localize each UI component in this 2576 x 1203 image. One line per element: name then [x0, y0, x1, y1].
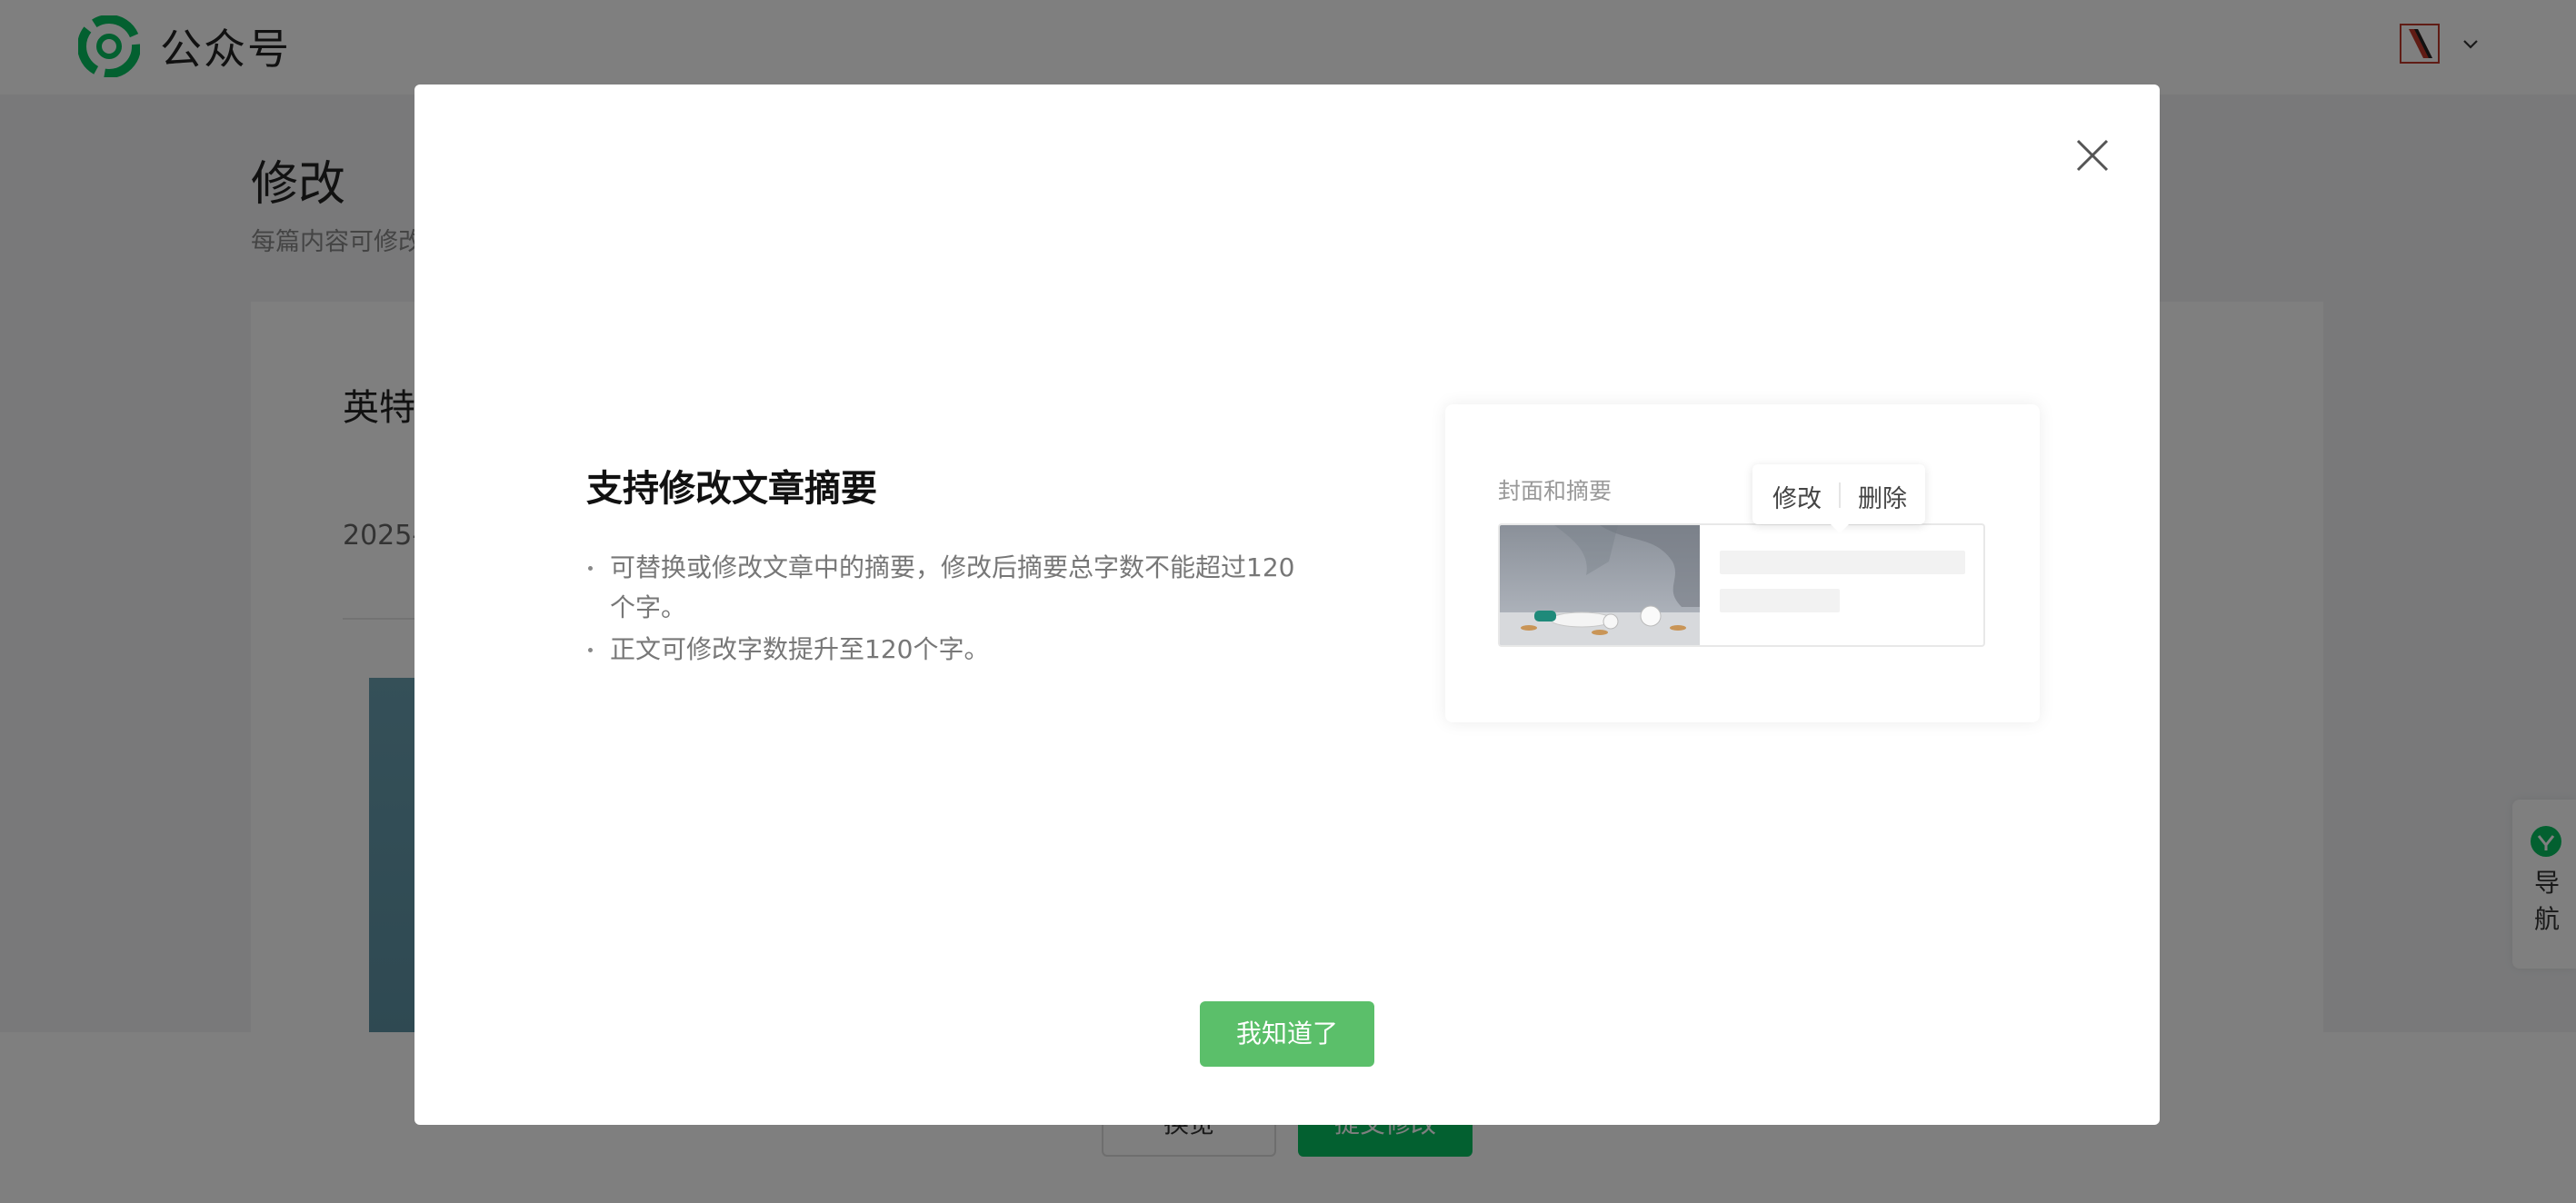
summary-placeholder-line — [1720, 589, 1840, 612]
edit-option[interactable]: 修改 — [1772, 479, 1822, 514]
delete-option[interactable]: 删除 — [1858, 479, 1907, 514]
feature-list: 可替换或修改文章中的摘要，修改后摘要总字数不能超过120个字。 正文可修改字数提… — [586, 548, 1313, 671]
cover-thumbnail — [1500, 525, 1700, 645]
cover-summary-box — [1498, 523, 1985, 647]
feature-intro-dialog: 支持修改文章摘要 可替换或修改文章中的摘要，修改后摘要总字数不能超过120个字。… — [414, 85, 2160, 1125]
got-it-button[interactable]: 我知道了 — [1200, 1001, 1374, 1067]
feature-item: 正文可修改字数提升至120个字。 — [586, 630, 1313, 670]
summary-preview-card: 封面和摘要 修改 删除 — [1445, 404, 2040, 722]
summary-placeholder-line — [1720, 551, 1965, 574]
edit-delete-popover: 修改 删除 — [1752, 464, 1925, 533]
cover-summary-label: 封面和摘要 — [1498, 478, 1612, 504]
close-icon[interactable] — [2067, 130, 2118, 181]
feature-item: 可替换或修改文章中的摘要，修改后摘要总字数不能超过120个字。 — [586, 548, 1313, 628]
popover-separator — [1839, 482, 1841, 508]
dialog-heading: 支持修改文章摘要 — [586, 468, 877, 510]
